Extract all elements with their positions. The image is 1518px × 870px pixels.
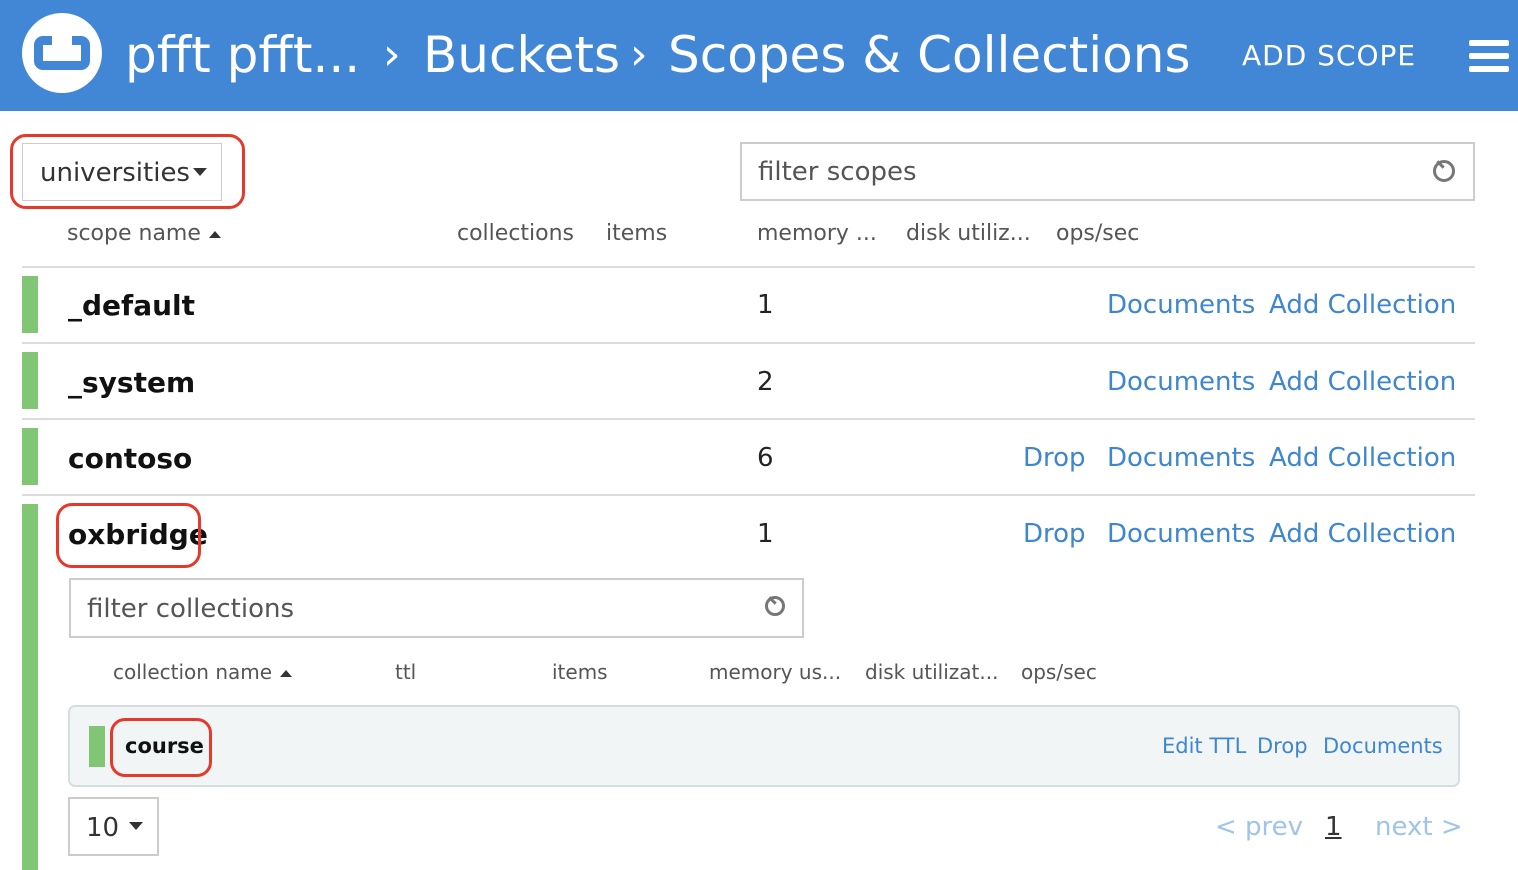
add-scope-button[interactable]: ADD SCOPE bbox=[1242, 36, 1416, 76]
add-collection-link[interactable]: Add Collection bbox=[1269, 287, 1456, 323]
divider bbox=[22, 342, 1475, 344]
documents-link[interactable]: Documents bbox=[1107, 516, 1255, 552]
divider bbox=[22, 266, 1475, 268]
current-page-link[interactable]: 1 bbox=[1325, 810, 1342, 844]
breadcrumb-buckets[interactable]: Buckets bbox=[423, 22, 620, 88]
breadcrumb-cluster[interactable]: pfft pfft... bbox=[125, 22, 360, 88]
search-icon[interactable] bbox=[1433, 160, 1455, 182]
scope-name[interactable]: contoso bbox=[68, 441, 192, 477]
drop-link[interactable]: Drop bbox=[1023, 440, 1086, 476]
scope-name[interactable]: _default bbox=[68, 288, 195, 324]
column-items[interactable]: items bbox=[606, 219, 667, 249]
next-page-link[interactable]: next > bbox=[1375, 810, 1463, 844]
collection-filter-input[interactable]: filter collections bbox=[69, 578, 804, 638]
column-collections[interactable]: collections bbox=[457, 219, 574, 249]
scope-filter-input[interactable]: filter scopes bbox=[740, 142, 1475, 201]
column-disk-utilization[interactable]: disk utiliz... bbox=[906, 219, 1031, 249]
status-bar bbox=[22, 504, 38, 870]
highlight-ring bbox=[110, 718, 212, 777]
status-bar bbox=[22, 352, 38, 409]
page-size-select[interactable]: 10 bbox=[68, 797, 159, 856]
search-icon[interactable] bbox=[765, 596, 785, 616]
column-ops-sec[interactable]: ops/sec bbox=[1021, 658, 1097, 686]
drop-link[interactable]: Drop bbox=[1257, 732, 1308, 760]
drop-link[interactable]: Drop bbox=[1023, 516, 1086, 552]
divider bbox=[22, 418, 1475, 420]
sort-ascending-icon bbox=[280, 670, 293, 677]
column-ops-sec[interactable]: ops/sec bbox=[1056, 219, 1139, 249]
documents-link[interactable]: Documents bbox=[1107, 364, 1255, 400]
documents-link[interactable]: Documents bbox=[1107, 440, 1255, 476]
scope-collection-count: 1 bbox=[757, 519, 774, 549]
column-ttl[interactable]: ttl bbox=[395, 658, 416, 686]
documents-link[interactable]: Documents bbox=[1323, 732, 1443, 760]
status-bar bbox=[22, 276, 38, 333]
status-bar bbox=[89, 726, 105, 767]
breadcrumb-separator-icon: › bbox=[383, 29, 401, 80]
column-collection-name[interactable]: collection name bbox=[113, 658, 293, 686]
top-bar: pfft pfft... › Buckets › Scopes & Collec… bbox=[0, 0, 1518, 111]
divider bbox=[22, 494, 1475, 496]
collection-row[interactable] bbox=[68, 705, 1460, 787]
edit-ttl-link[interactable]: Edit TTL bbox=[1162, 732, 1246, 760]
scope-collection-count: 1 bbox=[757, 290, 774, 320]
sort-ascending-icon bbox=[208, 230, 221, 238]
column-disk-utilization[interactable]: disk utilizat... bbox=[865, 658, 998, 686]
prev-page-link[interactable]: < prev bbox=[1215, 810, 1303, 844]
highlight-ring bbox=[10, 134, 245, 209]
page-size-value: 10 bbox=[86, 813, 120, 843]
hamburger-menu-icon[interactable] bbox=[1469, 40, 1509, 73]
add-collection-link[interactable]: Add Collection bbox=[1269, 364, 1456, 400]
scope-collection-count: 2 bbox=[757, 367, 774, 397]
column-scope-name[interactable]: scope name bbox=[67, 219, 221, 249]
collection-filter-placeholder: filter collections bbox=[87, 594, 295, 624]
caret-down-icon bbox=[129, 822, 143, 830]
add-collection-link[interactable]: Add Collection bbox=[1269, 516, 1456, 552]
highlight-ring bbox=[56, 503, 201, 568]
scope-collection-count: 6 bbox=[757, 443, 774, 473]
scope-name[interactable]: _system bbox=[68, 365, 195, 401]
page-title: Scopes & Collections bbox=[668, 26, 1191, 84]
add-collection-link[interactable]: Add Collection bbox=[1269, 440, 1456, 476]
column-memory[interactable]: memory us... bbox=[709, 658, 841, 686]
documents-link[interactable]: Documents bbox=[1107, 287, 1255, 323]
column-items[interactable]: items bbox=[552, 658, 608, 686]
column-memory[interactable]: memory ... bbox=[757, 219, 877, 249]
couchbase-logo-icon[interactable] bbox=[22, 13, 102, 93]
breadcrumb-separator-icon: › bbox=[630, 29, 648, 80]
scope-filter-placeholder: filter scopes bbox=[758, 157, 917, 187]
status-bar bbox=[22, 428, 38, 485]
